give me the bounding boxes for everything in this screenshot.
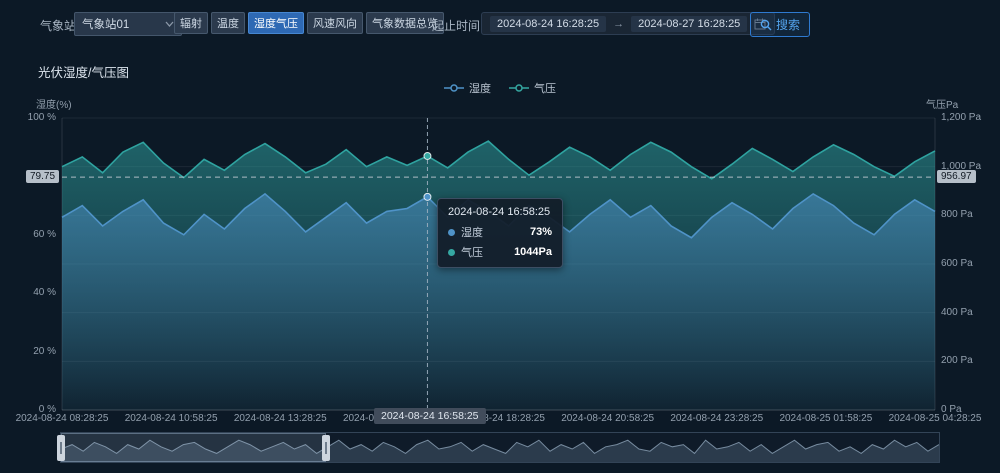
pressure-dot-icon (448, 249, 455, 256)
tooltip-humidity-value: 73% (514, 226, 552, 238)
axis-tick: 400 Pa (941, 307, 973, 318)
axis-tick: 20 % (0, 346, 56, 357)
data-zoom-slider[interactable] (60, 432, 940, 463)
axis-tick: 200 Pa (941, 355, 973, 366)
axis-tick: 60 % (0, 229, 56, 240)
zoom-handle-right[interactable] (322, 435, 330, 461)
weather-station-dashboard: 气象站 气象站01 辐射 温度 湿度气压 风速风向 气象数据总览 起止时间 20… (0, 0, 1000, 473)
left-axis-marker: 79.75 (26, 170, 59, 183)
chart-tooltip: 2024-08-24 16:58:25 湿度 73% 气压 1044Pa (437, 198, 563, 268)
tooltip-title: 2024-08-24 16:58:25 (448, 206, 552, 218)
axis-tick: 100 % (0, 112, 56, 123)
humidity-dot-icon (448, 229, 455, 236)
axis-tick: 1,200 Pa (941, 112, 981, 123)
zoom-window[interactable] (61, 433, 326, 462)
tooltip-row-humidity: 湿度 73% (448, 224, 552, 240)
axis-tick: 2024-08-25 04:28:25 (870, 413, 1000, 424)
tooltip-humidity-label: 湿度 (461, 224, 483, 240)
axis-tick: 40 % (0, 287, 56, 298)
tooltip-pressure-label: 气压 (461, 244, 483, 260)
axis-pointer-label: 2024-08-24 16:58:25 (374, 408, 486, 424)
tooltip-row-pressure: 气压 1044Pa (448, 244, 552, 260)
tooltip-pressure-value: 1044Pa (498, 246, 552, 258)
axis-tick: 800 Pa (941, 209, 973, 220)
right-axis-marker: 956.97 (937, 170, 976, 183)
zoom-handle-left[interactable] (57, 435, 65, 461)
axis-tick: 600 Pa (941, 258, 973, 269)
